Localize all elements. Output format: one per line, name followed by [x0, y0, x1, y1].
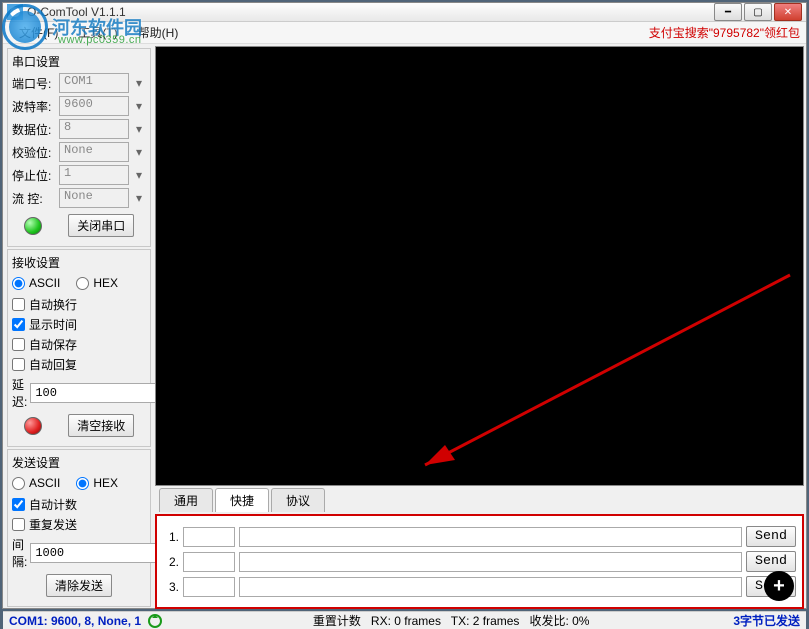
tab-strip: 通用 快捷 协议: [155, 488, 804, 512]
reset-count-link[interactable]: 重置计数: [313, 614, 361, 628]
chevron-down-icon[interactable]: ▾: [132, 76, 146, 90]
port-select[interactable]: COM1: [59, 73, 129, 93]
data-select[interactable]: 8: [59, 119, 129, 139]
reset-icon[interactable]: [147, 613, 163, 629]
serial-settings: 串口设置 端口号:COM1▾ 波特率:9600▾ 数据位:8▾ 校验位:None…: [7, 48, 151, 247]
menu-tool[interactable]: 工具(T): [68, 22, 127, 43]
receive-settings: 接收设置 ASCII HEX 自动换行 显示时间 自动保存 自动回复 延迟:MS…: [7, 249, 151, 447]
quick-short-input[interactable]: [183, 577, 235, 597]
send-legend: 发送设置: [12, 454, 146, 471]
quick-row: 3. Send: [163, 576, 796, 597]
quick-row: 1. Send: [163, 526, 796, 547]
send-ascii-radio[interactable]: ASCII: [12, 476, 60, 490]
chevron-down-icon[interactable]: ▾: [132, 168, 146, 182]
ratio: 收发比: 0%: [529, 614, 589, 628]
connection-led-icon: [24, 217, 42, 235]
auto-count-checkbox[interactable]: 自动计数: [12, 496, 146, 513]
sidebar: 串口设置 端口号:COM1▾ 波特率:9600▾ 数据位:8▾ 校验位:None…: [5, 46, 153, 609]
rx-count: RX: 0 frames: [371, 614, 441, 628]
chevron-down-icon[interactable]: ▾: [132, 99, 146, 113]
recv-legend: 接收设置: [12, 254, 146, 271]
clear-recv-button[interactable]: 清空接收: [68, 414, 134, 437]
data-label: 数据位:: [12, 121, 56, 138]
auto-reply-checkbox[interactable]: 自动回复: [12, 356, 146, 373]
add-row-button[interactable]: +: [764, 571, 794, 601]
terminal-output[interactable]: [155, 46, 804, 486]
quick-long-input[interactable]: [239, 527, 742, 547]
baud-label: 波特率:: [12, 98, 56, 115]
status-counters: 重置计数 RX: 0 frames TX: 2 frames 收发比: 0%: [169, 612, 733, 629]
recv-ascii-radio[interactable]: ASCII: [12, 276, 60, 290]
show-time-checkbox[interactable]: 显示时间: [12, 316, 146, 333]
parity-label: 校验位:: [12, 144, 56, 161]
statusbar: COM1: 9600, 8, None, 1 重置计数 RX: 0 frames…: [3, 611, 806, 629]
row-number: 1.: [163, 530, 179, 544]
chevron-down-icon[interactable]: ▾: [132, 122, 146, 136]
interval-label: 间隔:: [12, 536, 27, 570]
auto-save-checkbox[interactable]: 自动保存: [12, 336, 146, 353]
quick-long-input[interactable]: [239, 552, 742, 572]
quick-short-input[interactable]: [183, 527, 235, 547]
window-buttons: ━ ▢ ✕: [714, 3, 802, 21]
chevron-down-icon[interactable]: ▾: [132, 145, 146, 159]
repeat-send-checkbox[interactable]: 重复发送: [12, 516, 146, 533]
flow-select[interactable]: None: [59, 188, 129, 208]
status-bytes-sent: 3字节已发送: [733, 612, 800, 629]
auto-wrap-checkbox[interactable]: 自动换行: [12, 296, 146, 313]
stop-label: 停止位:: [12, 167, 56, 184]
quick-row: 2. Send: [163, 551, 796, 572]
port-label: 端口号:: [12, 75, 56, 92]
send-hex-radio[interactable]: HEX: [76, 476, 118, 490]
recv-hex-radio[interactable]: HEX: [76, 276, 118, 290]
quick-send-panel: 1. Send 2. Send 3. Send +: [155, 514, 804, 609]
main-area: 通用 快捷 协议 1. Send 2. Send 3.: [155, 46, 804, 609]
titlebar: O-ComTool V1.1.1 ━ ▢ ✕: [3, 3, 806, 22]
menubar: 文件(F) 工具(T) 帮助(H) 支付宝搜索"9795782"领红包: [3, 22, 806, 44]
row-number: 2.: [163, 555, 179, 569]
tab-general[interactable]: 通用: [159, 488, 213, 512]
status-port-info: COM1: 9600, 8, None, 1: [9, 614, 141, 628]
close-button[interactable]: ✕: [774, 3, 802, 21]
baud-select[interactable]: 9600: [59, 96, 129, 116]
clear-send-button[interactable]: 清除发送: [46, 574, 112, 597]
menu-help[interactable]: 帮助(H): [128, 22, 189, 43]
tab-quick[interactable]: 快捷: [215, 488, 269, 512]
promo-text: 支付宝搜索"9795782"领红包: [649, 24, 800, 41]
content-area: 串口设置 端口号:COM1▾ 波特率:9600▾ 数据位:8▾ 校验位:None…: [3, 44, 806, 611]
minimize-button[interactable]: ━: [714, 3, 742, 21]
send-button[interactable]: Send: [746, 526, 796, 547]
close-port-button[interactable]: 关闭串口: [68, 214, 134, 237]
quick-long-input[interactable]: [239, 577, 742, 597]
tx-count: TX: 2 frames: [451, 614, 520, 628]
row-number: 3.: [163, 580, 179, 594]
flow-label: 流 控:: [12, 190, 56, 207]
send-settings: 发送设置 ASCII HEX 自动计数 重复发送 间隔:MS 清除发送: [7, 449, 151, 607]
tab-protocol[interactable]: 协议: [271, 488, 325, 512]
quick-short-input[interactable]: [183, 552, 235, 572]
delay-label: 延迟:: [12, 376, 27, 410]
parity-select[interactable]: None: [59, 142, 129, 162]
send-button[interactable]: Send: [746, 551, 796, 572]
window-title: O-ComTool V1.1.1: [27, 5, 714, 19]
chevron-down-icon[interactable]: ▾: [132, 191, 146, 205]
app-window: O-ComTool V1.1.1 ━ ▢ ✕ 文件(F) 工具(T) 帮助(H)…: [2, 2, 807, 609]
menu-file[interactable]: 文件(F): [9, 22, 68, 43]
maximize-button[interactable]: ▢: [744, 3, 772, 21]
stop-select[interactable]: 1: [59, 165, 129, 185]
recv-led-icon: [24, 417, 42, 435]
app-icon: [7, 4, 23, 20]
serial-legend: 串口设置: [12, 53, 146, 70]
